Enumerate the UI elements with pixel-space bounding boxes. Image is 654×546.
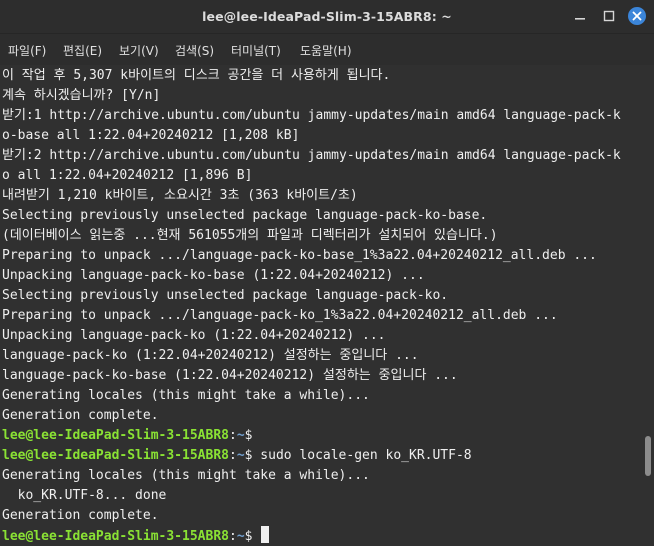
menu-view[interactable]: 보기(V) (119, 42, 159, 59)
prompt-separator: : (228, 529, 237, 544)
output-line: Generating locales (this might take a wh… (2, 468, 370, 483)
output-line: language-pack-ko-base (1:22.04+20240212)… (2, 368, 458, 383)
prompt-symbol: $ (244, 428, 253, 443)
prompt-separator: : (228, 428, 237, 443)
output-line: Unpacking language-pack-ko-base (1:22.04… (2, 268, 425, 283)
output-line: 계속 하시겠습니까? [Y/n] (2, 88, 161, 103)
output-line: language-pack-ko (1:22.04+20240212) 설정하는… (2, 348, 419, 363)
prompt-line: lee@lee-IdeaPad-Slim-3-15ABR8:~$ (2, 426, 252, 446)
scrollbar-thumb[interactable] (645, 436, 651, 476)
close-icon (632, 11, 642, 21)
menu-bar: 파일(F) 편집(E) 보기(V) 검색(S) 터미널(T) 도움말(H) (0, 33, 654, 65)
command-text (252, 529, 260, 544)
output-line: ko_KR.UTF-8... done (2, 488, 167, 503)
minimize-button[interactable] (572, 8, 588, 24)
maximize-icon (603, 10, 615, 22)
prompt-line: lee@lee-IdeaPad-Slim-3-15ABR8:~$ (2, 526, 270, 546)
terminal-window: lee@lee-IdeaPad-Slim-3-15ABR8: ~ 파일(F) 편… (0, 0, 654, 546)
output-line: Selecting previously unselected package … (2, 288, 449, 303)
prompt-path: ~ (236, 529, 245, 544)
terminal-output[interactable]: 이 작업 후 5,307 k바이트의 디스크 공간을 더 사용하게 됩니다. 계속… (0, 65, 654, 546)
output-line: 받기:1 http://archive.ubuntu.com/ubuntu ja… (2, 108, 621, 123)
prompt-path: ~ (236, 428, 245, 443)
title-bar[interactable]: lee@lee-IdeaPad-Slim-3-15ABR8: ~ (0, 0, 654, 33)
menu-search[interactable]: 검색(S) (175, 42, 214, 59)
window-title: lee@lee-IdeaPad-Slim-3-15ABR8: ~ (202, 9, 452, 24)
minimize-icon (575, 18, 585, 20)
prompt-user-host: lee@lee-IdeaPad-Slim-3-15ABR8 (2, 529, 229, 544)
text-cursor (261, 526, 270, 543)
output-line: 내려받기 1,210 k바이트, 소요시간 3초 (363 k바이트/초) (2, 188, 358, 203)
output-line: (데이터베이스 읽는중 ...현재 561055개의 파일과 디렉터리가 설치되… (2, 228, 498, 243)
menu-terminal[interactable]: 터미널(T) (231, 42, 281, 59)
prompt-line: lee@lee-IdeaPad-Slim-3-15ABR8:~$ sudo lo… (2, 446, 472, 466)
output-line: Preparing to unpack .../language-pack-ko… (2, 308, 558, 323)
output-line: Generating locales (this might take a wh… (2, 388, 370, 403)
output-line: Generation complete. (2, 508, 159, 523)
output-line: Selecting previously unselected package … (2, 208, 488, 223)
output-line: Unpacking language-pack-ko (1:22.04+2024… (2, 328, 386, 343)
output-line: o-base all 1:22.04+20240212 [1,208 kB] (2, 128, 300, 143)
prompt-path: ~ (236, 448, 245, 463)
output-line: Generation complete. (2, 408, 159, 423)
menu-edit[interactable]: 편집(E) (63, 42, 102, 59)
command-text: sudo locale-gen ko_KR.UTF-8 (252, 448, 472, 463)
menu-file[interactable]: 파일(F) (8, 42, 46, 59)
maximize-button[interactable] (601, 8, 617, 24)
close-button[interactable] (628, 7, 646, 25)
prompt-user-host: lee@lee-IdeaPad-Slim-3-15ABR8 (2, 448, 229, 463)
menu-help[interactable]: 도움말(H) (300, 42, 352, 59)
output-line: 이 작업 후 5,307 k바이트의 디스크 공간을 더 사용하게 됩니다. (2, 68, 391, 83)
prompt-user-host: lee@lee-IdeaPad-Slim-3-15ABR8 (2, 428, 229, 443)
output-line: o all 1:22.04+20240212 [1,896 B] (2, 168, 253, 183)
prompt-separator: : (228, 448, 237, 463)
output-line: 받기:2 http://archive.ubuntu.com/ubuntu ja… (2, 148, 621, 163)
output-line: Preparing to unpack .../language-pack-ko… (2, 248, 597, 263)
